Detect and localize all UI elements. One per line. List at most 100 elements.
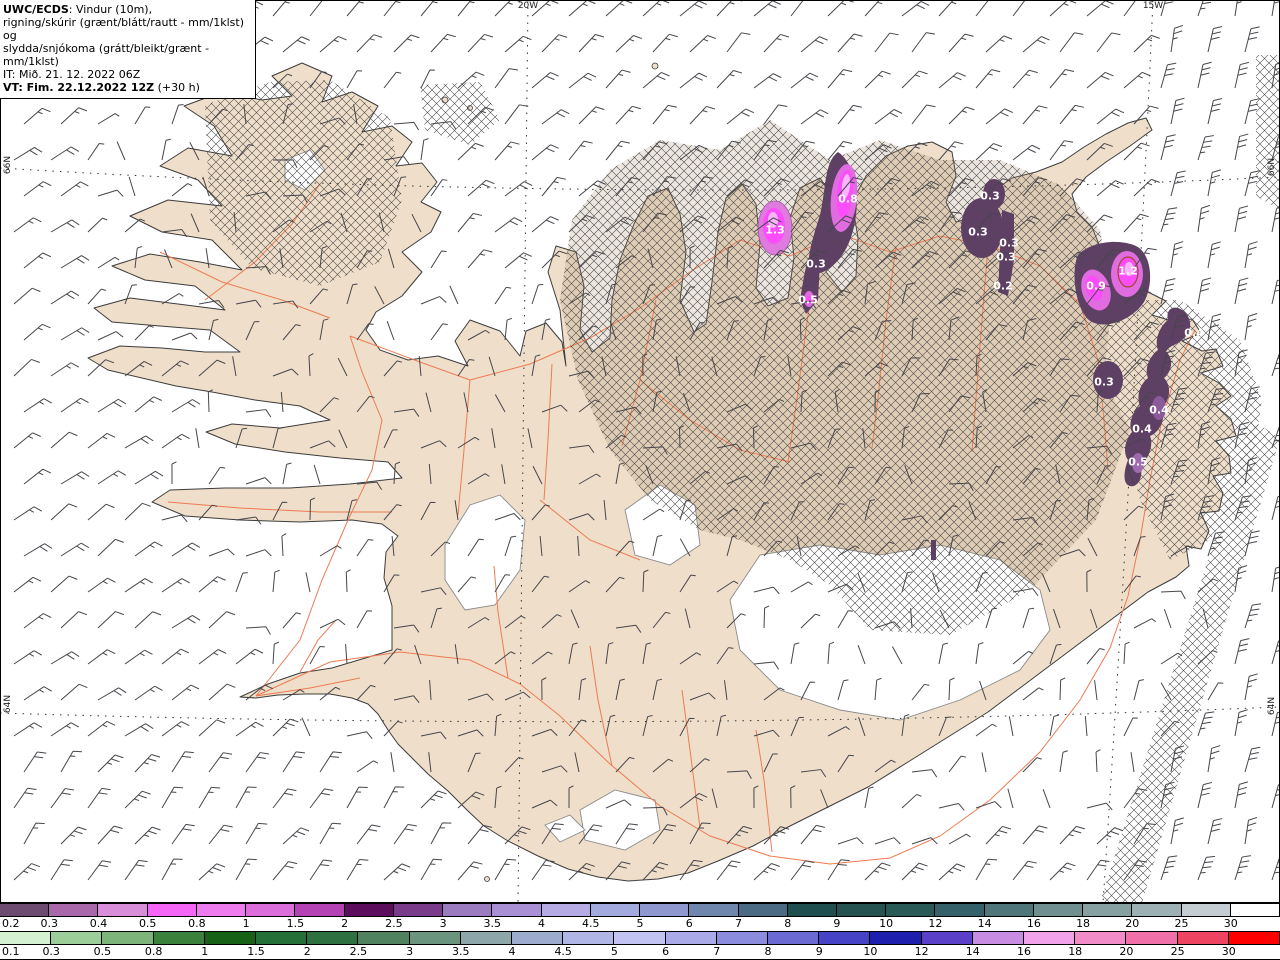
legend-tick-label: 20 bbox=[1119, 945, 1134, 958]
legend-tick-label: 3.5 bbox=[483, 917, 502, 930]
legend-cell bbox=[204, 932, 257, 944]
legend-cell bbox=[935, 904, 985, 916]
legend-tick-label: 18 bbox=[1068, 945, 1083, 958]
legend-tick-label: 10 bbox=[879, 917, 894, 930]
weather-map bbox=[0, 0, 1280, 903]
legend-cell bbox=[614, 932, 666, 944]
legend-cell bbox=[640, 904, 690, 916]
legend-cell bbox=[153, 932, 205, 944]
precip-value-label: 1.3 bbox=[765, 223, 785, 237]
precip-value-label: 0.3 bbox=[999, 236, 1019, 250]
legend-tick-label: 3 bbox=[406, 945, 414, 958]
precip-value-label: 0.3 bbox=[806, 257, 826, 271]
legend-cell bbox=[344, 904, 394, 916]
precip-value-label: 0.8 bbox=[838, 192, 858, 206]
title-box: UWC/ECDS: Vindur (10m), rigning/skúrir (g… bbox=[0, 0, 256, 99]
legend-cell bbox=[689, 904, 739, 916]
legend-tick-label: 25 bbox=[1174, 917, 1189, 930]
meridian-label: 20W bbox=[517, 1, 539, 11]
legend-tick-label: 0.8 bbox=[188, 917, 206, 930]
legend-tick-label: 1 bbox=[201, 945, 209, 958]
legend-cell bbox=[49, 904, 99, 916]
legend-cell bbox=[819, 932, 871, 944]
precip-value-label: 0.9 bbox=[1086, 279, 1106, 293]
title-line: slydda/snjókoma (grátt/bleikt/grænt - mm… bbox=[3, 42, 210, 68]
legend-cell bbox=[886, 904, 936, 916]
legend-tick-label: 0.2 bbox=[2, 917, 20, 930]
precip-value-label: 0.3 bbox=[968, 225, 988, 239]
legend-cell bbox=[738, 904, 788, 916]
legend-tick-label: 3 bbox=[439, 917, 447, 930]
title-line: rigning/skúrir (grænt/blátt/rautt - mm/1… bbox=[3, 16, 245, 42]
legend-cell bbox=[409, 932, 461, 944]
legend-tick-label: 3.5 bbox=[452, 945, 470, 958]
legend-tick-label: 5 bbox=[610, 945, 618, 958]
legend-tick-label: 5 bbox=[636, 917, 644, 930]
legend-tick-label: 7 bbox=[734, 917, 742, 930]
legend-tick-label: 2.5 bbox=[385, 917, 403, 930]
precip-value-label: 0.4 bbox=[1132, 422, 1152, 436]
legend-tick-label: 7 bbox=[713, 945, 721, 958]
legend-cell bbox=[51, 932, 103, 944]
title-line: VT: Fim. 22.12.2022 12Z (+30 h) bbox=[3, 81, 200, 94]
legend-cell bbox=[590, 904, 641, 916]
parallel-label: 66N bbox=[3, 155, 13, 175]
legend-cell bbox=[716, 932, 769, 944]
legend-cell bbox=[358, 932, 410, 944]
legend-cell bbox=[1033, 904, 1084, 916]
legend-cell bbox=[1181, 904, 1231, 916]
parallel-label: 64N bbox=[1267, 696, 1277, 716]
legend-tick-label: 4.5 bbox=[554, 945, 572, 958]
legend-tick-label: 0.5 bbox=[138, 917, 157, 930]
map-area: 20W 15W 66N 64N 66N 64N 1.3 0.8 0.3 0.5 0.3 0.3 0.3… bbox=[0, 0, 1280, 903]
legend-cell bbox=[98, 904, 148, 916]
legend-cell bbox=[787, 904, 837, 916]
legend-cell bbox=[984, 904, 1034, 916]
meridian-label: 15W bbox=[1142, 1, 1164, 11]
legend-tick-label: 10 bbox=[863, 945, 878, 958]
legend-cell bbox=[147, 904, 197, 916]
parallel-label: 66N bbox=[1267, 157, 1277, 177]
precip-value-label: 0.4 bbox=[1149, 403, 1169, 417]
legend-cell bbox=[665, 932, 717, 944]
legend-tick-label: 18 bbox=[1076, 917, 1091, 930]
legend-cell bbox=[393, 904, 444, 916]
legend-cell bbox=[0, 932, 52, 944]
legend-cell bbox=[0, 904, 50, 916]
legend-cell bbox=[541, 904, 591, 916]
legend-tick-label: 4.5 bbox=[582, 917, 600, 930]
legend-tick-label: 0.3 bbox=[40, 917, 58, 930]
legend-cell bbox=[295, 904, 345, 916]
legend-tick-label: 8 bbox=[764, 945, 772, 958]
legend-cell bbox=[1075, 932, 1127, 944]
legend-tick-label: 1.5 bbox=[247, 945, 265, 958]
legend-tick-label: 20 bbox=[1125, 917, 1140, 930]
legend-tick-label: 2 bbox=[303, 945, 311, 958]
precip-value-label: 1.2 bbox=[1118, 264, 1138, 278]
precip-value-label: 0.5 bbox=[798, 293, 818, 307]
legend-tick-label: 9 bbox=[815, 945, 823, 958]
legend-cell bbox=[443, 904, 493, 916]
legend-cell bbox=[1228, 932, 1280, 944]
precip-value-label: 0.3 bbox=[980, 189, 1000, 203]
legend-tick-label: 2 bbox=[341, 917, 349, 930]
legend-tick-label: 12 bbox=[914, 945, 929, 958]
legend: 0.2 0.3 0.4 0.5 0.8 1 1.5 2 2.5 3 3.5 4 4.5 5 6 7 8 9 10 12… bbox=[0, 903, 1280, 960]
legend-cell bbox=[870, 932, 922, 944]
legend-tick-label: 30 bbox=[1221, 945, 1236, 958]
parallel-label: 64N bbox=[3, 694, 13, 714]
legend-tick-label: 0.8 bbox=[144, 945, 163, 958]
legend-cell bbox=[460, 932, 513, 944]
legend-cell bbox=[102, 932, 154, 944]
legend-tick-label: 12 bbox=[928, 917, 943, 930]
legend-tick-label: 0.1 bbox=[2, 945, 20, 958]
legend-cell bbox=[246, 904, 296, 916]
legend-cell bbox=[836, 904, 887, 916]
precip-value-label: 0.3 bbox=[996, 250, 1016, 264]
title-line: UWC/ECDS: Vindur (10m), bbox=[3, 3, 153, 16]
legend-cell bbox=[512, 932, 564, 944]
legend-tick-label: 8 bbox=[784, 917, 792, 930]
legend-cell bbox=[921, 932, 973, 944]
legend-tick-label: 16 bbox=[1017, 945, 1031, 958]
precip-value-label: 0.2 bbox=[993, 279, 1013, 293]
